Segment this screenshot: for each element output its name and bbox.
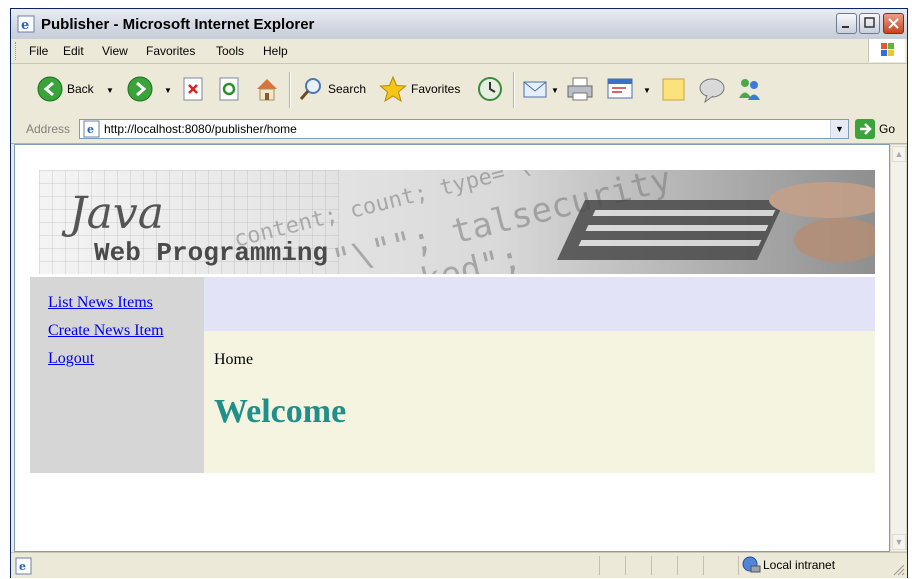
header-strip bbox=[204, 277, 875, 331]
star-icon bbox=[379, 75, 407, 103]
refresh-button[interactable] bbox=[219, 77, 241, 106]
svg-text:e: e bbox=[21, 18, 29, 33]
status-bar: e Local intranet bbox=[11, 552, 907, 578]
window-title: Publisher - Microsoft Internet Explorer bbox=[41, 16, 315, 33]
page-status-icon: e bbox=[15, 557, 32, 575]
menu-view[interactable]: View bbox=[102, 44, 128, 58]
intranet-icon bbox=[742, 556, 761, 573]
refresh-icon bbox=[219, 77, 239, 101]
note-icon bbox=[662, 78, 685, 101]
svg-text:e: e bbox=[87, 123, 94, 136]
scroll-up-icon[interactable]: ▲ bbox=[892, 146, 906, 162]
search-icon bbox=[299, 78, 321, 100]
banner-image: content; count; type="\"" "\""; talsecur… bbox=[39, 170, 875, 274]
home-icon bbox=[257, 79, 277, 101]
back-button[interactable] bbox=[37, 76, 63, 107]
home-button[interactable] bbox=[254, 76, 280, 107]
side-nav: List News Items Create News Item Logout bbox=[30, 277, 204, 473]
mail-button[interactable] bbox=[522, 76, 548, 107]
page-icon: e bbox=[83, 120, 100, 138]
contacts-button[interactable] bbox=[736, 76, 762, 107]
toolbar-separator bbox=[513, 72, 515, 108]
address-bar: Address e http://localhost:8080/publishe… bbox=[11, 116, 907, 144]
status-cell bbox=[625, 556, 626, 575]
favorites-label[interactable]: Favorites bbox=[411, 82, 460, 96]
menu-favorites[interactable]: Favorites bbox=[146, 44, 195, 58]
go-label[interactable]: Go bbox=[879, 122, 895, 136]
title-bar[interactable]: e Publisher - Microsoft Internet Explore… bbox=[11, 9, 907, 39]
menu-bar: File Edit View Favorites Tools Help bbox=[11, 39, 907, 64]
menu-help[interactable]: Help bbox=[263, 44, 288, 58]
nav-logout[interactable]: Logout bbox=[48, 350, 94, 368]
ie-icon: e bbox=[17, 15, 35, 33]
menu-file[interactable]: File bbox=[29, 44, 48, 58]
close-button[interactable] bbox=[883, 13, 904, 34]
page-viewport: content; count; type="\"" "\""; talsecur… bbox=[14, 144, 890, 552]
resize-grip-icon[interactable] bbox=[893, 564, 905, 576]
main-content: Home Welcome bbox=[204, 331, 875, 473]
mail-icon bbox=[523, 81, 547, 98]
menu-tools[interactable]: Tools bbox=[216, 44, 244, 58]
menu-edit[interactable]: Edit bbox=[63, 44, 84, 58]
close-icon bbox=[888, 18, 899, 29]
banner-subtitle: Web Programming bbox=[94, 238, 329, 268]
status-cell bbox=[651, 556, 652, 575]
speech-bubble-icon bbox=[699, 78, 725, 104]
messenger-button[interactable] bbox=[698, 77, 726, 108]
breadcrumb: Home bbox=[214, 351, 254, 368]
search-label[interactable]: Search bbox=[328, 82, 366, 96]
address-dropdown-icon[interactable]: ▼ bbox=[830, 120, 848, 138]
address-url[interactable]: http://localhost:8080/publisher/home bbox=[104, 122, 297, 136]
back-arrow-icon bbox=[37, 76, 63, 102]
stop-button[interactable] bbox=[183, 77, 205, 106]
forward-arrow-icon bbox=[127, 76, 153, 102]
vertical-scrollbar[interactable]: ▲ ▼ bbox=[890, 144, 907, 552]
status-cell bbox=[703, 556, 704, 575]
maximize-button[interactable] bbox=[859, 13, 880, 34]
print-button[interactable] bbox=[566, 76, 594, 107]
search-button[interactable] bbox=[298, 76, 324, 107]
history-icon bbox=[478, 77, 502, 101]
history-button[interactable] bbox=[477, 76, 503, 107]
forward-dropdown-icon[interactable]: ▼ bbox=[164, 86, 172, 95]
security-zone: Local intranet bbox=[763, 558, 836, 572]
windows-flag-icon bbox=[881, 43, 894, 56]
maximize-icon bbox=[864, 17, 875, 28]
favorites-button[interactable] bbox=[379, 75, 407, 108]
print-icon bbox=[567, 77, 593, 101]
discuss-button[interactable] bbox=[661, 77, 687, 108]
edit-dropdown-icon[interactable]: ▼ bbox=[643, 86, 651, 95]
go-arrow-icon bbox=[855, 119, 875, 139]
back-dropdown-icon[interactable]: ▼ bbox=[106, 86, 114, 95]
mail-dropdown-icon[interactable]: ▼ bbox=[551, 86, 559, 95]
people-icon bbox=[739, 79, 760, 100]
go-button[interactable] bbox=[855, 119, 875, 144]
scroll-down-icon[interactable]: ▼ bbox=[892, 534, 906, 550]
toolbar-separator bbox=[289, 72, 291, 108]
svg-text:e: e bbox=[19, 560, 26, 573]
forward-button[interactable] bbox=[127, 76, 153, 107]
status-cell bbox=[599, 556, 600, 575]
nav-create-news-item[interactable]: Create News Item bbox=[48, 322, 164, 340]
minimize-icon bbox=[842, 26, 849, 28]
stop-icon bbox=[183, 77, 203, 101]
edit-button[interactable] bbox=[606, 77, 634, 106]
page-heading: Welcome bbox=[214, 393, 347, 430]
address-input[interactable]: e http://localhost:8080/publisher/home ▼ bbox=[79, 119, 849, 139]
minimize-button[interactable] bbox=[836, 13, 857, 34]
browser-window: e Publisher - Microsoft Internet Explore… bbox=[10, 8, 908, 578]
nav-list-news-items[interactable]: List News Items bbox=[48, 294, 153, 312]
status-cell bbox=[738, 556, 739, 575]
banner-title: Java bbox=[69, 188, 164, 239]
address-label: Address bbox=[26, 122, 71, 136]
menu-grip[interactable] bbox=[15, 42, 19, 60]
back-label[interactable]: Back bbox=[67, 82, 94, 96]
toolbar: Back ▼ ▼ Search Favorites ▼ ▼ bbox=[11, 64, 907, 117]
status-cell bbox=[677, 556, 678, 575]
windows-logo bbox=[868, 39, 905, 62]
edit-page-icon bbox=[607, 78, 633, 99]
